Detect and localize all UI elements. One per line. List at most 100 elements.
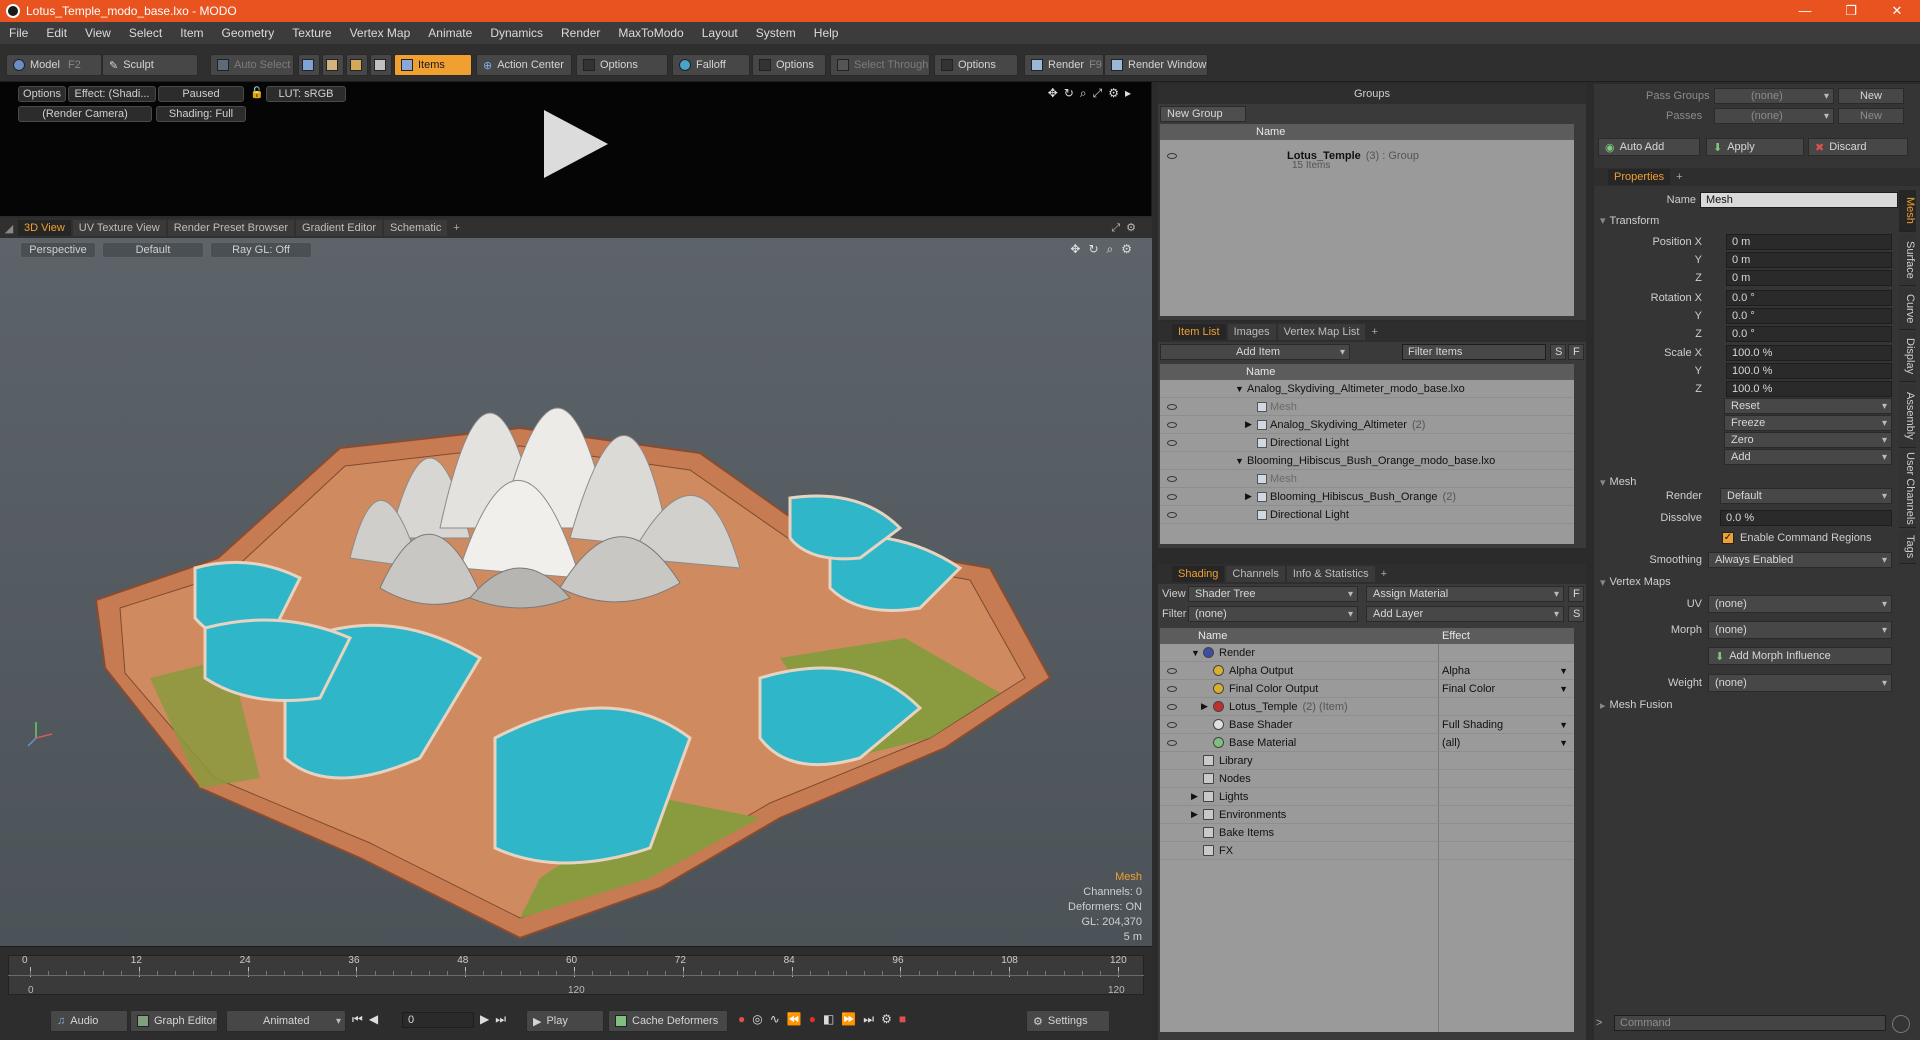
expand-icon[interactable]: ▸ <box>1125 86 1137 100</box>
item-list-row[interactable]: Mesh <box>1160 470 1574 488</box>
shader-tree-row[interactable]: ▶ Lights <box>1160 788 1574 806</box>
expand-icon[interactable]: ▶ <box>1245 491 1257 502</box>
menu-layout[interactable]: Layout <box>693 26 747 40</box>
rotation-x-field[interactable]: 0.0 ° <box>1726 290 1892 306</box>
prev-key-icon[interactable]: ◀ <box>369 1012 384 1026</box>
menu-geometry[interactable]: Geometry <box>213 26 284 40</box>
tab-images[interactable]: Images <box>1227 324 1276 340</box>
tab-uv-texture-view[interactable]: UV Texture View <box>72 220 166 236</box>
visibility-icon[interactable] <box>1167 403 1177 410</box>
render-window-button[interactable]: Render Window <box>1104 54 1208 76</box>
render-prop-dropdown[interactable]: Default <box>1720 488 1892 504</box>
rotation-z-field[interactable]: 0.0 ° <box>1726 326 1892 342</box>
new-pass-button[interactable]: New <box>1838 108 1904 124</box>
visibility-icon[interactable] <box>1167 667 1177 674</box>
expand-icon[interactable]: ▶ <box>1245 419 1257 430</box>
collapse-icon[interactable]: ▼ <box>1235 384 1247 394</box>
timeline[interactable]: 0 12 24 36 48 60 72 84 96 108 120 0 120 120 <box>0 946 1152 1002</box>
shader-tree-row[interactable]: FX <box>1160 842 1574 860</box>
items-mode-button[interactable]: Items <box>394 54 472 76</box>
last-frame-icon[interactable]: ⏭ <box>495 1012 512 1026</box>
rotate-icon[interactable]: ↻ <box>1088 242 1106 256</box>
menu-edit[interactable]: Edit <box>37 26 76 40</box>
side-tab-assembly[interactable]: Assembly <box>1899 384 1916 448</box>
filter-items-input[interactable]: Filter Items <box>1402 344 1546 360</box>
effect-dropdown-icon[interactable]: ▼ <box>1559 666 1568 676</box>
minimize-button[interactable]: — <box>1782 3 1828 19</box>
add-item-dropdown[interactable]: Add Item <box>1160 344 1350 360</box>
visibility-icon[interactable] <box>1167 439 1177 446</box>
key-lock-icon[interactable]: ◧ <box>823 1012 841 1026</box>
zero-dropdown[interactable]: Zero <box>1724 432 1892 448</box>
polygons-mode-button[interactable] <box>346 54 368 76</box>
tab-schematic[interactable]: Schematic <box>384 220 448 236</box>
projection-dropdown[interactable]: Perspective <box>20 242 96 258</box>
materials-mode-button[interactable] <box>370 54 392 76</box>
graph-editor-button[interactable]: Graph Editor <box>130 1010 218 1032</box>
dissolve-field[interactable]: 0.0 % <box>1720 510 1892 526</box>
visibility-icon[interactable] <box>1167 685 1177 692</box>
frame-field[interactable]: 0 <box>402 1012 474 1028</box>
tab-shading[interactable]: Shading <box>1172 566 1225 582</box>
edges-mode-button[interactable] <box>322 54 344 76</box>
add-tab-icon[interactable]: + <box>1672 171 1686 183</box>
tab-3d-view[interactable]: 3D View <box>18 220 71 236</box>
shading-dropdown[interactable]: Shading: Full <box>156 106 246 122</box>
tab-channels[interactable]: Channels <box>1226 566 1285 582</box>
side-tab-curve[interactable]: Curve <box>1899 288 1916 330</box>
passes-dropdown[interactable]: (none) <box>1714 108 1834 124</box>
3d-viewport[interactable]: Perspective Default Ray GL: Off ✥↻⌕⚙ Mes… <box>0 238 1152 946</box>
tab-vertex-map-list[interactable]: Vertex Map List <box>1277 324 1366 340</box>
side-tab-mesh[interactable]: Mesh <box>1899 190 1916 232</box>
menu-vertex-map[interactable]: Vertex Map <box>341 26 420 40</box>
key-curve-icon[interactable]: ∿ <box>770 1012 787 1026</box>
morph-dropdown[interactable]: (none) <box>1708 621 1892 639</box>
effect-dropdown-icon[interactable]: ▼ <box>1559 738 1568 748</box>
item-list-row[interactable]: Directional Light <box>1160 434 1574 452</box>
select-through-button[interactable]: Select Through <box>830 54 930 76</box>
discard-button[interactable]: ✖ Discard <box>1808 138 1908 156</box>
add-morph-influence-button[interactable]: ⬇ Add Morph Influence <box>1708 647 1892 665</box>
assign-material-dropdown[interactable]: Assign Material <box>1366 586 1564 602</box>
lock-icon[interactable]: 🔓 <box>250 86 264 100</box>
shader-tree-row[interactable]: ▶ Lotus_Temple (2) (Item) <box>1160 698 1574 716</box>
falloff-button[interactable]: Falloff <box>672 54 750 76</box>
menu-animate[interactable]: Animate <box>419 26 481 40</box>
collapse-icon[interactable]: ▼ <box>1235 456 1247 466</box>
shader-tree-row[interactable]: ▶ Environments <box>1160 806 1574 824</box>
menu-item[interactable]: Item <box>171 26 212 40</box>
shading-f-button[interactable]: F <box>1568 586 1584 602</box>
shading-s-button[interactable]: S <box>1568 606 1584 622</box>
rotation-y-field[interactable]: 0.0 ° <box>1726 308 1892 324</box>
settings-button[interactable]: ⚙ Settings <box>1026 1010 1110 1032</box>
menu-maxtomodo[interactable]: MaxToModo <box>609 26 692 40</box>
side-tab-display[interactable]: Display <box>1899 332 1916 382</box>
gear-icon[interactable]: ⚙ <box>1108 86 1125 100</box>
new-group-button[interactable]: New Group <box>1160 106 1246 122</box>
tab-properties[interactable]: Properties <box>1608 169 1671 185</box>
item-list[interactable]: Name ▼ Analog_Skydiving_Altimeter_modo_ba… <box>1160 364 1574 544</box>
visibility-icon[interactable] <box>1167 703 1177 710</box>
render-camera-dropdown[interactable]: (Render Camera) <box>18 106 152 122</box>
restore-button[interactable]: ❐ <box>1828 3 1874 19</box>
menu-dynamics[interactable]: Dynamics <box>481 26 552 40</box>
shader-item-effect[interactable]: (all) <box>1442 737 1460 749</box>
lut-dropdown[interactable]: LUT: sRGB <box>266 86 346 102</box>
groups-list[interactable]: Name Lotus_Temple (3) : Group 15 Items <box>1160 124 1574 316</box>
item-list-row[interactable]: ▼ Blooming_Hibiscus_Bush_Orange_modo_base… <box>1160 452 1574 470</box>
weight-dropdown[interactable]: (none) <box>1708 674 1892 692</box>
group-row[interactable]: Lotus_Temple (3) : Group <box>1160 142 1574 170</box>
shader-item-effect[interactable]: Alpha <box>1442 665 1470 677</box>
smoothing-dropdown[interactable]: Always Enabled <box>1708 552 1892 568</box>
shader-tree-row[interactable]: ▼ Render <box>1160 644 1574 662</box>
tab-gradient-editor[interactable]: Gradient Editor <box>296 220 382 236</box>
filter-dropdown[interactable]: (none) <box>1188 606 1358 622</box>
side-tab-surface[interactable]: Surface <box>1899 234 1916 286</box>
render-button[interactable]: Render F9 <box>1024 54 1104 76</box>
maximize-icon[interactable]: ⤢ <box>1093 86 1109 100</box>
vertices-mode-button[interactable] <box>298 54 320 76</box>
animated-dropdown[interactable]: Animated <box>226 1010 346 1032</box>
gear-icon[interactable]: ⚙ <box>1126 222 1142 234</box>
expand-icon[interactable]: ▶ <box>1191 791 1203 802</box>
raygl-dropdown[interactable]: Ray GL: Off <box>210 242 312 258</box>
